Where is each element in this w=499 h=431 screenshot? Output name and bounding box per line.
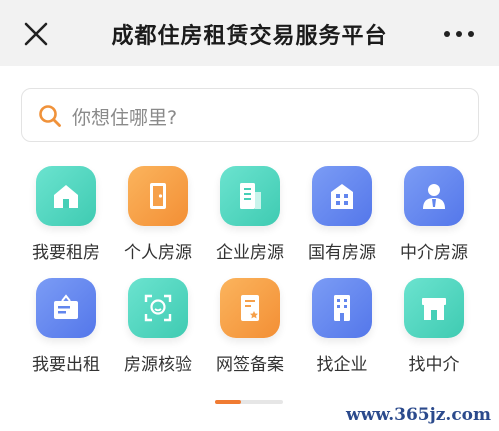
page-indicator [215,400,283,404]
service-tile [128,278,188,338]
search-input[interactable]: 你想住哪里? [21,88,479,142]
service-tile [220,166,280,226]
watermark: www.365jz.com [346,405,491,425]
service-tile [312,166,372,226]
face-scan-icon [144,294,172,322]
service-enterprise-listings[interactable]: 企业房源 [205,166,295,263]
service-rent-house[interactable]: 我要租房 [21,166,111,263]
service-tile [36,166,96,226]
service-label: 国有房源 [308,243,376,263]
service-label: 找中介 [408,355,460,375]
service-tile [128,166,188,226]
service-label: 我要出租 [32,355,100,375]
service-label: 我要租房 [32,243,100,263]
service-find-agent[interactable]: 找中介 [389,278,479,375]
service-tile [404,278,464,338]
service-tile [36,278,96,338]
service-online-contract[interactable]: 网签备案 [205,278,295,375]
service-state-listings[interactable]: 国有房源 [297,166,387,263]
more-icon[interactable] [441,26,477,42]
service-rent-out[interactable]: 我要出租 [21,278,111,375]
service-personal-listings[interactable]: 个人房源 [113,166,203,263]
service-tile [404,166,464,226]
page-title: 成都住房租赁交易服务平台 [111,24,388,49]
office-icon [331,184,353,209]
signboard-icon [54,294,78,319]
storefront-icon [422,298,446,320]
service-label: 房源核验 [124,355,192,375]
house-icon [54,185,78,208]
service-agent-listings[interactable]: 中介房源 [389,166,479,263]
search-icon [39,105,61,127]
service-label: 企业房源 [216,243,284,263]
building-icon [240,183,261,209]
service-tile [312,278,372,338]
page-indicator-active [215,400,241,404]
service-label: 中介房源 [400,243,468,263]
service-find-enterprise[interactable]: 找企业 [297,278,387,375]
enterprise-icon [334,295,350,321]
door-icon [150,183,166,209]
search-placeholder: 你想住哪里? [72,107,178,129]
service-listing-verify[interactable]: 房源核验 [113,278,203,375]
top-bar: 成都住房租赁交易服务平台 [0,0,499,66]
service-label: 个人房源 [124,243,192,263]
service-label: 找企业 [316,355,368,375]
agent-icon [423,184,445,209]
service-tile [220,278,280,338]
service-label: 网签备案 [216,355,284,375]
contract-icon [241,295,259,321]
